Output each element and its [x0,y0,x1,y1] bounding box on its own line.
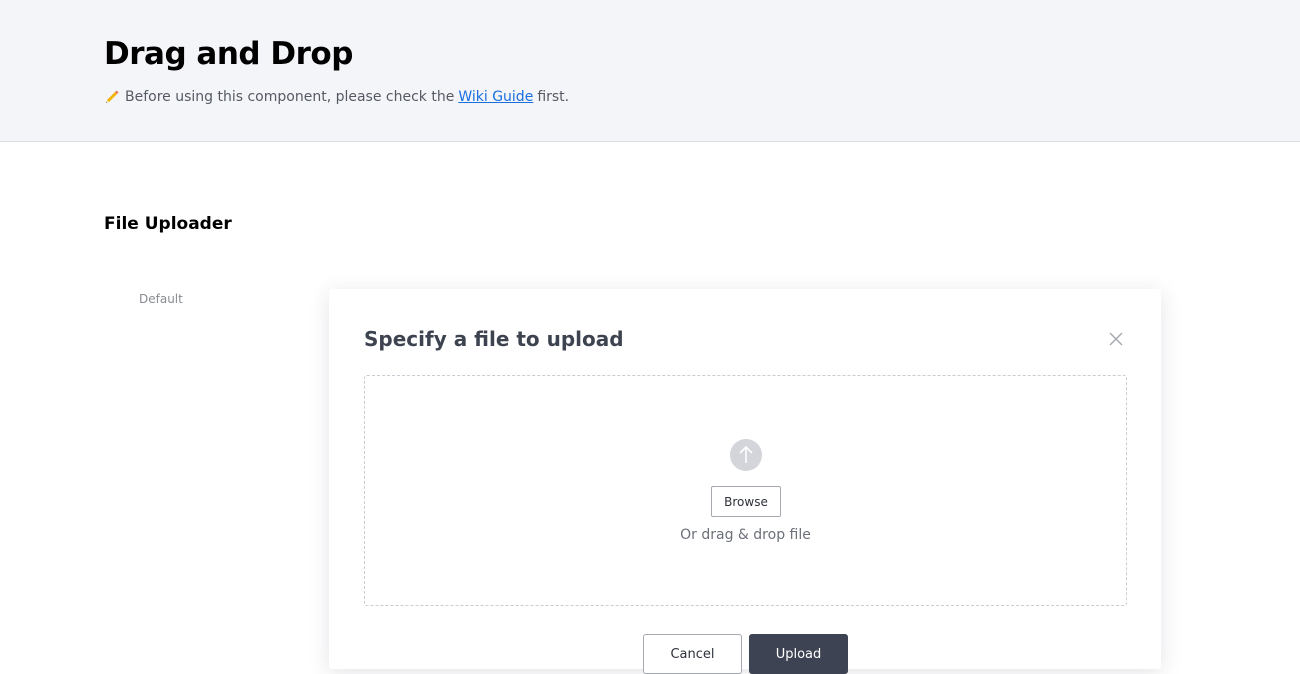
notice-text: Before using this component, please chec… [125,89,455,105]
guide-notice: Before using this component, please chec… [103,88,569,106]
wiki-guide-link[interactable]: Wiki Guide [458,89,533,105]
close-icon[interactable] [1107,330,1125,348]
drop-hint: Or drag & drop file [680,527,811,543]
cancel-button[interactable]: Cancel [643,634,742,674]
page-header: Drag and Drop Before using this componen… [0,0,1300,142]
upload-button[interactable]: Upload [749,634,848,674]
browse-button[interactable]: Browse [711,486,781,517]
upload-modal: Specify a file to upload Browse Or drag … [329,289,1161,674]
modal-title: Specify a file to upload [364,327,624,351]
notice-suffix: first. [537,89,570,105]
pencil-icon [103,88,121,106]
section-title: File Uploader [104,214,232,234]
file-dropzone[interactable]: Browse Or drag & drop file [364,375,1127,606]
arrow-up-circle-icon [730,439,762,471]
variant-label: Default [139,292,183,306]
page-title: Drag and Drop [104,36,353,72]
